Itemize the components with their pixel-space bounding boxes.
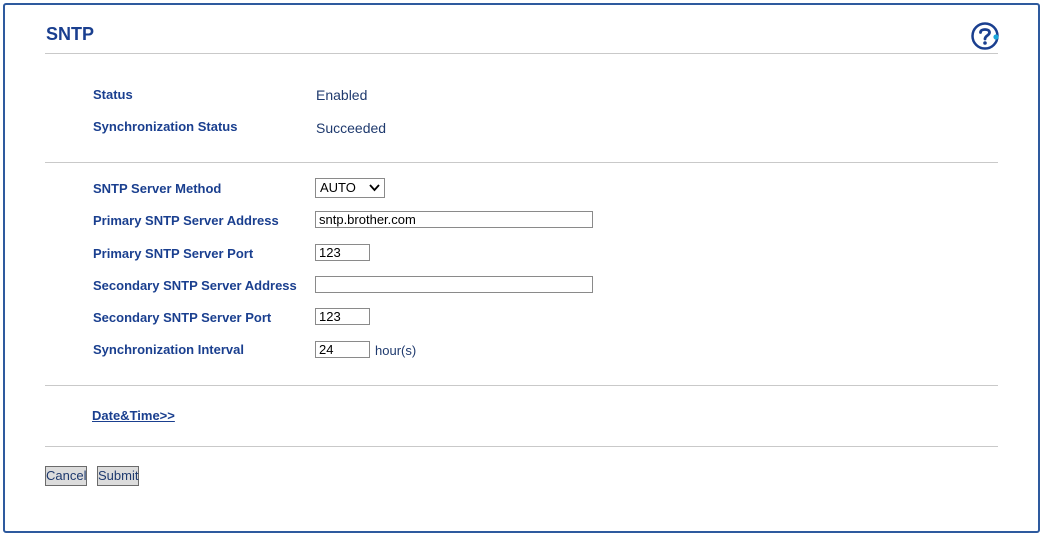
sync-status-value: Succeeded [316,120,387,136]
status-divider [45,162,998,163]
primary-address-input[interactable] [315,211,593,228]
sync-status-label: Synchronization Status [93,119,238,134]
status-label: Status [93,87,133,102]
form-divider [45,385,998,386]
secondary-port-label: Secondary SNTP Server Port [93,310,272,325]
interval-label: Synchronization Interval [93,342,244,357]
date-time-link[interactable]: Date&Time>> [92,408,175,423]
cancel-button[interactable]: Cancel [45,466,87,486]
chevron-down-icon [369,184,380,192]
submit-button[interactable]: Submit [97,466,139,486]
primary-address-label: Primary SNTP Server Address [93,213,279,228]
primary-port-label: Primary SNTP Server Port [93,246,254,261]
interval-input[interactable] [315,341,370,358]
server-method-select[interactable]: AUTO [315,178,385,198]
interval-unit: hour(s) [375,343,417,358]
secondary-address-label: Secondary SNTP Server Address [93,278,297,293]
status-value: Enabled [316,87,368,103]
help-question-icon[interactable] [970,21,1000,51]
link-divider [45,446,998,447]
server-method-value: AUTO [320,180,356,195]
secondary-address-input[interactable] [315,276,593,293]
page-title: SNTP [46,24,95,44]
title-divider [45,53,998,54]
primary-port-input[interactable] [315,244,370,261]
page-frame [3,3,1040,533]
secondary-port-input[interactable] [315,308,370,325]
server-method-label: SNTP Server Method [93,181,222,196]
